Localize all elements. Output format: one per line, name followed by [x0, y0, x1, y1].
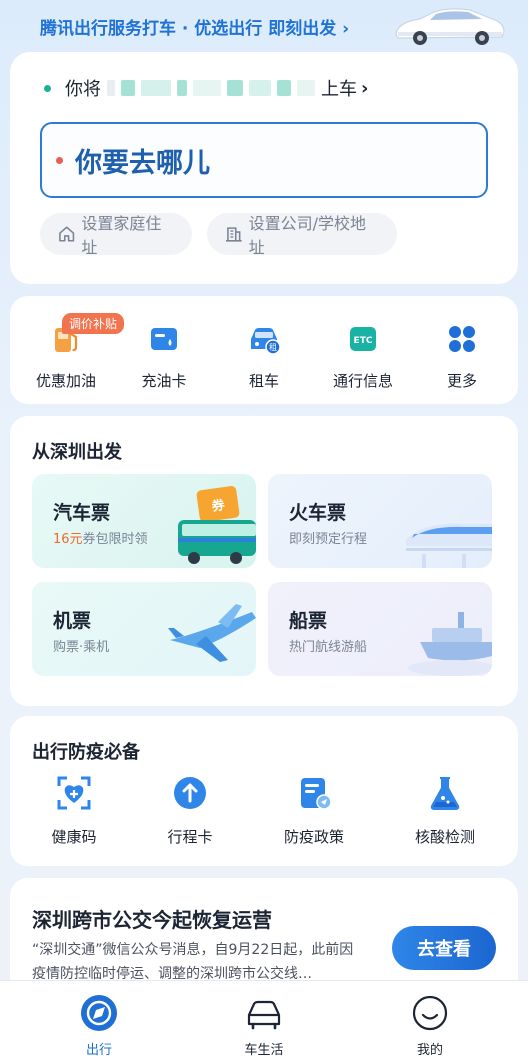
itinerary-card-button[interactable]: 行程卡 — [145, 774, 235, 847]
service-label: 更多 — [446, 372, 477, 390]
tab-car-life[interactable]: 车生活 — [224, 993, 304, 1058]
pickup-location[interactable]: 你将 上车 › — [44, 75, 368, 101]
ferry-ticket-title: 船票 — [289, 610, 328, 632]
train-icon — [406, 523, 492, 568]
smiley-icon — [412, 995, 448, 1031]
car-icon — [247, 1000, 281, 1030]
ferry-ticket-subtitle: 热门航线游船 — [289, 640, 368, 655]
redacted-block — [277, 80, 291, 96]
policy-button[interactable]: 防疫政策 — [269, 774, 359, 847]
promo-banner[interactable]: 腾讯出行服务打车 · 优选出行 即刻出发 › — [0, 0, 528, 52]
epidemic-label: 行程卡 — [167, 828, 213, 846]
redacted-block — [141, 80, 171, 96]
discount-badge: 调价补贴 — [62, 313, 125, 334]
news-body: “深圳交通”微信公众号消息，自9月22日起，此前因疫情防控临时停运、调整的深圳跨… — [32, 942, 354, 982]
car-rental-icon: 租 — [251, 328, 281, 355]
flask-icon — [430, 777, 460, 810]
svg-text:ETC: ETC — [354, 336, 373, 346]
bus-icon: 券 — [178, 486, 256, 564]
service-car-rental[interactable]: 租 租车 — [219, 322, 309, 391]
view-news-button[interactable]: 去查看 — [392, 926, 496, 970]
service-fuel-card[interactable]: 充油卡 — [119, 322, 209, 391]
building-icon — [225, 227, 242, 242]
epidemic-label: 防疫政策 — [283, 828, 344, 846]
redacted-block — [177, 80, 187, 96]
nucleic-test-button[interactable]: 核酸检测 — [400, 774, 490, 847]
flight-ticket-subtitle: 购票·乘机 — [53, 640, 110, 655]
tab-label: 我的 — [416, 1043, 443, 1058]
flight-ticket-title: 机票 — [53, 610, 92, 632]
departure-card: 从深圳出发 汽车票 16元券包限时领 券 火车票 即刻预定行程 机票 购票·乘机 — [10, 416, 518, 706]
train-ticket-title: 火车票 — [289, 502, 347, 524]
epidemic-label: 健康码 — [51, 828, 97, 846]
chevron-right-icon: › — [361, 77, 369, 99]
destination-dot — [56, 156, 63, 164]
train-ticket-card[interactable]: 火车票 即刻预定行程 — [268, 474, 492, 568]
service-label: 充油卡 — [141, 372, 187, 390]
banner-text: 腾讯出行服务打车 · 优选出行 即刻出发 › — [40, 18, 350, 39]
redacted-block — [121, 80, 135, 96]
service-label: 通行信息 — [332, 372, 393, 390]
set-work-label: 设置公司/学校地址 — [248, 214, 366, 257]
bus-ticket-subtitle: 16元券包限时领 — [53, 532, 148, 547]
svg-text:租: 租 — [269, 343, 277, 352]
etc-icon: ETC — [350, 327, 376, 351]
home-icon — [59, 226, 75, 242]
itinerary-card-icon — [174, 777, 206, 809]
service-label: 租车 — [248, 372, 279, 390]
set-home-label: 设置家庭住址 — [81, 214, 162, 257]
destination-input[interactable]: 你要去哪儿 — [40, 122, 488, 198]
tab-label: 车生活 — [244, 1043, 284, 1058]
set-home-button[interactable]: 设置家庭住址 — [40, 213, 192, 257]
fuel-card-icon — [151, 328, 177, 350]
news-title: 深圳跨市公交今起恢复运营 — [32, 908, 272, 932]
more-grid-icon — [449, 326, 475, 352]
departure-title: 从深圳出发 — [32, 442, 122, 463]
redacted-block — [227, 80, 243, 96]
redacted-block — [107, 80, 115, 96]
policy-icon — [301, 778, 332, 810]
epidemic-title: 出行防疫必备 — [32, 742, 140, 763]
tab-travel[interactable]: 出行 — [59, 993, 139, 1058]
set-work-button[interactable]: 设置公司/学校地址 — [207, 213, 397, 257]
compass-icon — [81, 995, 117, 1031]
redacted-block — [193, 80, 221, 96]
ferry-ticket-card[interactable]: 船票 热门航线游船 — [268, 582, 492, 676]
destination-placeholder: 你要去哪儿 — [75, 147, 210, 179]
bottom-tab-bar: 出行 车生活 我的 — [0, 980, 528, 1063]
redacted-block — [249, 80, 271, 96]
service-label: 优惠加油 — [35, 372, 96, 390]
ship-icon — [408, 612, 492, 676]
plane-icon — [168, 604, 256, 662]
bus-ticket-card[interactable]: 汽车票 16元券包限时领 券 — [32, 474, 256, 568]
health-code-icon — [57, 776, 91, 810]
epidemic-label: 核酸检测 — [414, 828, 475, 846]
service-more[interactable]: 更多 — [417, 322, 507, 391]
service-toll-info[interactable]: ETC 通行信息 — [318, 322, 408, 391]
coupon-amount: 16元 — [53, 532, 83, 547]
redacted-block — [297, 80, 315, 96]
pickup-prefix: 你将 — [65, 79, 101, 100]
tab-label: 出行 — [85, 1043, 112, 1058]
pickup-suffix: 上车 — [321, 79, 357, 100]
tab-me[interactable]: 我的 — [390, 993, 470, 1058]
flight-ticket-card[interactable]: 机票 购票·乘机 — [32, 582, 256, 676]
car-illustration-icon — [395, 8, 505, 45]
bus-ticket-title: 汽车票 — [53, 502, 111, 524]
pickup-dot — [44, 84, 51, 92]
train-ticket-subtitle: 即刻预定行程 — [289, 532, 368, 547]
health-code-button[interactable]: 健康码 — [29, 774, 119, 847]
